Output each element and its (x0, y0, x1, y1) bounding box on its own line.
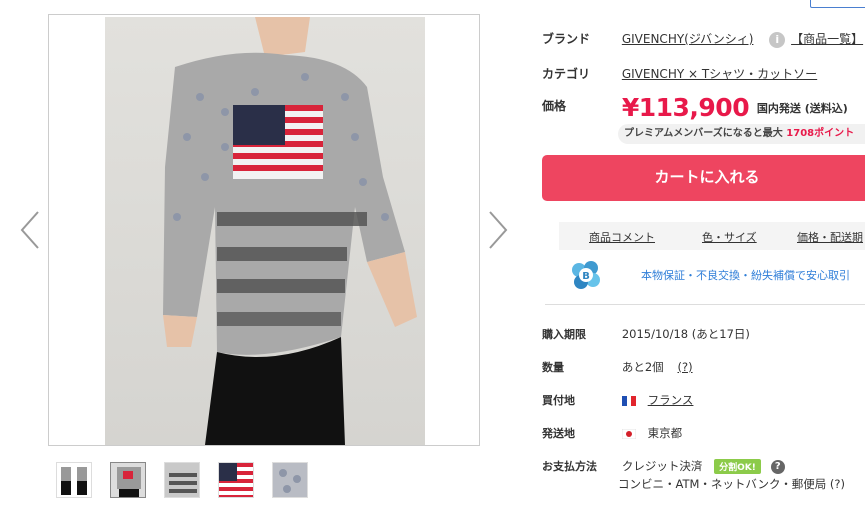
thumbnail-1[interactable] (56, 462, 92, 498)
tab-price-shipping[interactable]: 価格・配送期 (797, 229, 863, 245)
price-value: ¥113,900 (621, 93, 750, 122)
thumbnail-4[interactable] (218, 462, 254, 498)
brand-link[interactable]: GIVENCHY(ジバンシィ) (622, 32, 754, 46)
quantity-help-link[interactable]: (?) (677, 360, 692, 374)
divider (545, 304, 865, 305)
buy-place-link[interactable]: フランス (648, 393, 694, 407)
deadline-row: 購入期限 2015/10/18 (あと17日) (542, 326, 750, 342)
corner-badge (810, 0, 865, 8)
france-flag-icon (621, 395, 636, 406)
product-tabs: 商品コメント 色・サイズ 価格・配送期 (559, 222, 865, 250)
quantity-row: 数量 あと2個 (?) (542, 359, 693, 375)
chevron-right-icon (489, 211, 508, 249)
prev-image-button[interactable] (18, 210, 42, 250)
payment-row: お支払方法 クレジット決済 分割OK! ? (542, 458, 785, 474)
svg-text:B: B (582, 271, 590, 282)
price-row: 価格 ¥113,900 国内発送 (送料込) (542, 93, 848, 122)
brand-row: ブランド GIVENCHY(ジバンシィ) i 【商品一覧】 (542, 30, 863, 48)
ship-from-label: 発送地 (542, 427, 575, 440)
payment-row-2: コンビニ・ATM・ネットバンク・郵便局 (?) (618, 476, 845, 492)
thumbnail-strip (56, 462, 308, 498)
deadline-value: 2015/10/18 (あと17日) (621, 327, 750, 341)
ship-from-value: 東京都 (647, 426, 683, 440)
premium-text: プレミアムメンバーズになると最大 (624, 128, 783, 139)
info-icon[interactable]: i (769, 31, 786, 48)
category-row: カテゴリ GIVENCHY × Tシャツ・カットソー (542, 65, 817, 82)
b-shield-logo: B (572, 261, 600, 289)
installment-ok-badge: 分割OK! (714, 459, 761, 474)
category-link[interactable]: GIVENCHY × Tシャツ・カットソー (622, 67, 817, 81)
deadline-label: 購入期限 (542, 328, 586, 341)
main-product-image-frame (48, 14, 480, 446)
buy-place-row: 買付地 フランス (542, 392, 693, 408)
chevron-left-icon (20, 211, 39, 249)
tab-product-comment[interactable]: 商品コメント (589, 229, 655, 245)
brand-list-link[interactable]: 【商品一覧】 (791, 32, 863, 46)
thumbnail-3[interactable] (164, 462, 200, 498)
payment-label: お支払方法 (542, 460, 597, 473)
thumbnail-2[interactable] (110, 462, 146, 498)
price-label: 価格 (542, 99, 567, 113)
shipping-note: 国内発送 (送料込) (756, 101, 848, 115)
payment-other-methods[interactable]: コンビニ・ATM・ネットバンク・郵便局 (?) (618, 477, 845, 491)
guarantee-banner[interactable]: B 本物保証・不良交換・紛失補償で安心取引 (559, 252, 865, 296)
category-label: カテゴリ (542, 67, 591, 81)
add-to-cart-button[interactable]: カートに入れる (542, 155, 865, 201)
brand-label: ブランド (542, 32, 591, 46)
ship-from-row: 発送地 東京都 (542, 425, 682, 441)
premium-points: 1708ポイント (786, 128, 855, 139)
question-icon[interactable]: ? (770, 459, 785, 474)
payment-credit: クレジット決済 (621, 459, 703, 473)
thumbnail-5[interactable] (272, 462, 308, 498)
tab-color-size[interactable]: 色・サイズ (702, 229, 757, 245)
next-image-button[interactable] (486, 210, 510, 250)
premium-members-banner[interactable]: プレミアムメンバーズになると最大 1708ポイント (618, 124, 865, 144)
product-photo (105, 17, 425, 445)
japan-flag-icon (621, 428, 636, 439)
quantity-label: 数量 (542, 361, 564, 374)
guarantee-text: 本物保証・不良交換・紛失補償で安心取引 (641, 269, 850, 282)
buy-place-label: 買付地 (542, 394, 575, 407)
quantity-value: あと2個 (621, 360, 664, 374)
